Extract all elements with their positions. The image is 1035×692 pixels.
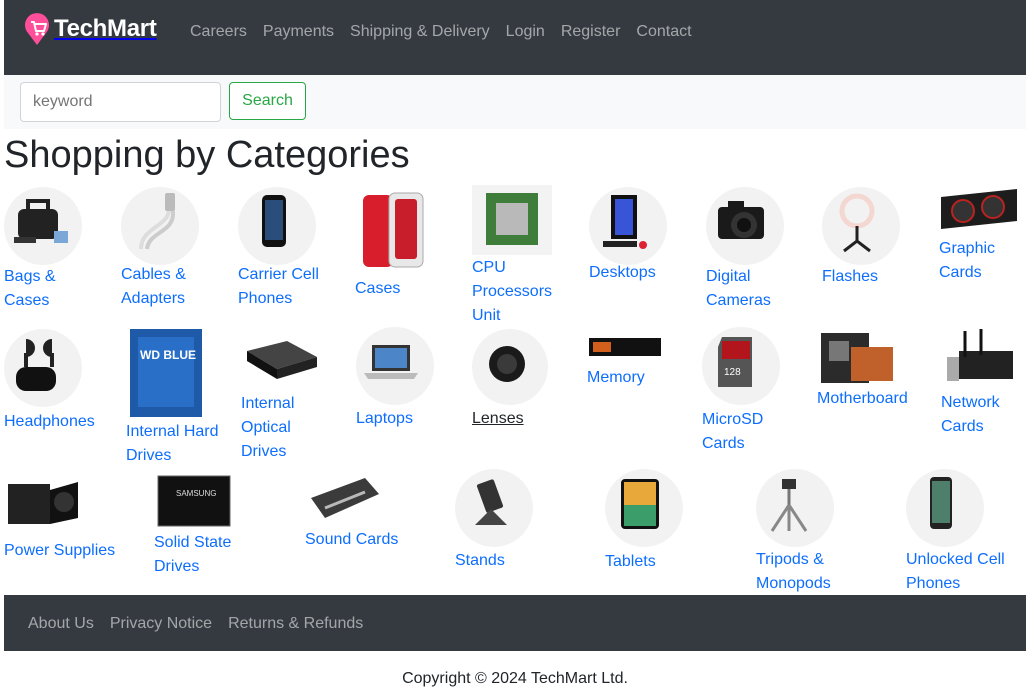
earbuds-icon xyxy=(4,329,82,407)
cpu-icon xyxy=(472,185,552,255)
stand-icon xyxy=(455,469,533,547)
category-label: Motherboard xyxy=(817,390,908,407)
category-motherboard[interactable]: Motherboard xyxy=(817,327,927,411)
shopping-bag-logo-icon xyxy=(25,13,49,45)
category-power-supplies[interactable]: Power Supplies xyxy=(4,468,144,563)
category-label: Internal Hard Drives xyxy=(126,423,219,464)
search-button[interactable]: Search xyxy=(229,82,306,120)
category-digital-cameras[interactable]: Digital Cameras xyxy=(706,187,816,313)
category-memory[interactable]: Memory xyxy=(587,336,687,390)
category-label: Network Cards xyxy=(941,394,1000,435)
category-solid-state-drives[interactable]: SAMSUNG Solid State Drives xyxy=(154,470,264,579)
category-internal-hard-drives[interactable]: WD BLUE Internal Hard Drives xyxy=(126,327,226,468)
category-headphones[interactable]: Headphones xyxy=(4,329,114,434)
hdd-icon: WD BLUE xyxy=(126,327,206,419)
nav-payments[interactable]: Payments xyxy=(263,22,334,42)
category-label: Lenses xyxy=(472,410,524,427)
category-cases[interactable]: Cases xyxy=(355,189,465,301)
lens-icon xyxy=(472,329,548,405)
footer-link-about-us[interactable]: About Us xyxy=(28,614,94,634)
footer-link-privacy-notice[interactable]: Privacy Notice xyxy=(110,614,212,634)
nav-contact[interactable]: Contact xyxy=(636,22,691,42)
category-internal-optical-drives[interactable]: Internal Optical Drives xyxy=(241,327,341,464)
category-unlocked-cell-phones[interactable]: Unlocked Cell Phones xyxy=(906,469,1026,596)
ssd-stick-icon xyxy=(587,336,663,358)
category-laptops[interactable]: Laptops xyxy=(356,327,456,431)
brand-logo-link[interactable]: TechMart xyxy=(23,12,157,46)
cable-icon xyxy=(121,187,199,265)
category-tripods-monopods[interactable]: Tripods & Monopods xyxy=(756,469,866,596)
nav-login[interactable]: Login xyxy=(506,22,545,42)
footer-link-returns-refunds[interactable]: Returns & Refunds xyxy=(228,614,363,634)
category-label: Cases xyxy=(355,280,401,297)
sound-card-icon xyxy=(305,468,385,528)
category-label: Stands xyxy=(455,552,505,569)
category-flashes[interactable]: Flashes xyxy=(822,187,932,289)
network-card-icon xyxy=(941,327,1021,389)
category-label: Tripods & Monopods xyxy=(756,551,831,592)
category-label: Tablets xyxy=(605,553,656,570)
sd-card-icon: 128 xyxy=(702,327,780,405)
brand-name: TechMart xyxy=(54,15,157,42)
search-bar: Search xyxy=(4,75,1026,129)
category-bags-cases[interactable]: Bags & Cases xyxy=(4,187,114,313)
tablet-icon xyxy=(605,469,683,547)
desktop-icon xyxy=(589,187,667,265)
nav-careers[interactable]: Careers xyxy=(190,22,247,42)
top-navbar: TechMart Careers Payments Shipping & Del… xyxy=(4,0,1026,75)
category-label: CPU Processors Unit xyxy=(472,259,553,324)
nav-shipping-delivery[interactable]: Shipping & Delivery xyxy=(350,22,490,42)
copyright-text: Copyright © 2024 TechMart Ltd. xyxy=(402,670,628,687)
category-graphic-cards[interactable]: Graphic Cards xyxy=(939,185,1029,285)
laptop-icon xyxy=(356,327,434,405)
psu-icon xyxy=(4,468,84,538)
footer-nav: About Us Privacy Notice Returns & Refund… xyxy=(28,614,379,634)
category-label: Digital Cameras xyxy=(706,268,771,309)
category-label: MicroSD Cards xyxy=(702,411,764,452)
category-label: Sound Cards xyxy=(305,531,399,548)
motherboard-icon xyxy=(817,327,897,387)
ring-light-icon xyxy=(822,187,900,265)
svg-text:128: 128 xyxy=(724,367,741,378)
category-label: Carrier Cell Phones xyxy=(238,266,319,307)
category-cpu-processors-unit[interactable]: CPU Processors Unit xyxy=(472,185,582,328)
tripod-icon xyxy=(756,469,834,547)
svg-text:WD BLUE: WD BLUE xyxy=(140,348,196,362)
category-label: Unlocked Cell Phones xyxy=(906,551,1005,592)
camera-icon xyxy=(706,187,784,265)
category-label: Cables & Adapters xyxy=(121,266,186,307)
category-label: Memory xyxy=(587,369,645,386)
category-label: Flashes xyxy=(822,268,879,285)
category-carrier-cell-phones[interactable]: Carrier Cell Phones xyxy=(238,187,348,311)
gpu-icon xyxy=(939,185,1019,235)
category-desktops[interactable]: Desktops xyxy=(589,187,699,285)
category-stands[interactable]: Stands xyxy=(455,469,565,573)
category-label: Power Supplies xyxy=(4,542,116,559)
category-cables-adapters[interactable]: Cables & Adapters xyxy=(121,187,231,311)
category-tablets[interactable]: Tablets xyxy=(605,469,715,574)
category-sound-cards[interactable]: Sound Cards xyxy=(305,468,435,552)
ssd-icon: SAMSUNG xyxy=(154,470,234,530)
phone-case-icon xyxy=(355,189,429,273)
page-title: Shopping by Categories xyxy=(4,134,410,176)
phone-icon xyxy=(238,187,316,265)
smartphone-icon xyxy=(906,469,984,547)
footer-bar: About Us Privacy Notice Returns & Refund… xyxy=(4,595,1026,651)
bag-icon xyxy=(4,187,82,265)
category-microsd-cards[interactable]: 128 MicroSD Cards xyxy=(702,327,802,456)
category-label: Desktops xyxy=(589,264,656,281)
optical-drive-icon xyxy=(241,327,321,390)
category-label: Headphones xyxy=(4,413,95,430)
category-label: Solid State Drives xyxy=(154,534,232,575)
nav-register[interactable]: Register xyxy=(561,22,621,42)
search-input[interactable] xyxy=(20,82,221,122)
svg-text:SAMSUNG: SAMSUNG xyxy=(176,489,216,498)
category-label: Graphic Cards xyxy=(939,240,996,281)
main-nav: Careers Payments Shipping & Delivery Log… xyxy=(190,22,708,42)
category-label: Bags & Cases xyxy=(4,268,56,309)
category-network-cards[interactable]: Network Cards xyxy=(941,327,1031,439)
category-label: Internal Optical Drives xyxy=(241,395,295,460)
category-lenses[interactable]: Lenses xyxy=(472,329,572,431)
category-label: Laptops xyxy=(356,410,413,427)
